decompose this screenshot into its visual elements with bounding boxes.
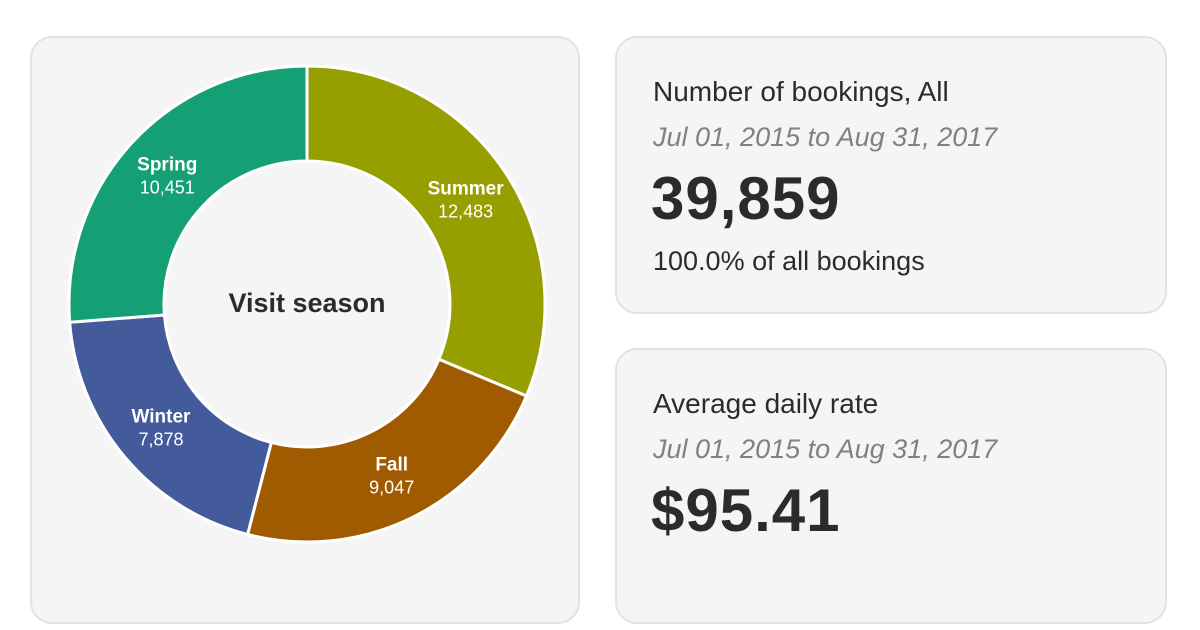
slice-value-fall: 9,047 xyxy=(369,478,414,498)
adr-kpi-value: $95.41 xyxy=(651,477,841,544)
donut-slice-fall xyxy=(245,357,529,544)
donut-slice-summer xyxy=(305,64,547,398)
slice-label-summer: Summer xyxy=(428,179,505,200)
adr-kpi-date-range: Jul 01, 2015 to Aug 31, 2017 xyxy=(653,434,998,464)
bookings-kpi-card: Number of bookings, All Jul 01, 2015 to … xyxy=(615,36,1167,314)
bookings-kpi-value: 39,859 xyxy=(651,165,841,232)
bookings-kpi-title: Number of bookings, All xyxy=(653,76,949,107)
visit-season-chart-card: Summer 12,483 Fall 9,047 Winter 7,878 Spring 10… xyxy=(30,36,580,624)
bookings-kpi-date-range: Jul 01, 2015 to Aug 31, 2017 xyxy=(653,122,998,152)
adr-kpi-title: Average daily rate xyxy=(653,388,879,419)
visit-season-donut-chart: Summer12,483 Fall9,047 Winter7,878 Spring10… xyxy=(67,64,547,544)
chart-center-title: Visit season xyxy=(228,288,385,318)
slice-value-winter: 7,878 xyxy=(138,429,183,449)
slice-label-fall: Fall xyxy=(375,455,408,476)
slice-label-winter: Winter xyxy=(132,406,192,427)
slice-value-spring: 10,451 xyxy=(140,178,195,198)
bookings-kpi-share: 100.0% of all bookings xyxy=(653,246,925,276)
slice-value-summer: 12,483 xyxy=(438,202,493,222)
slice-label-spring: Spring xyxy=(137,155,197,176)
adr-kpi-card: Average daily rate Jul 01, 2015 to Aug 3… xyxy=(615,348,1167,624)
